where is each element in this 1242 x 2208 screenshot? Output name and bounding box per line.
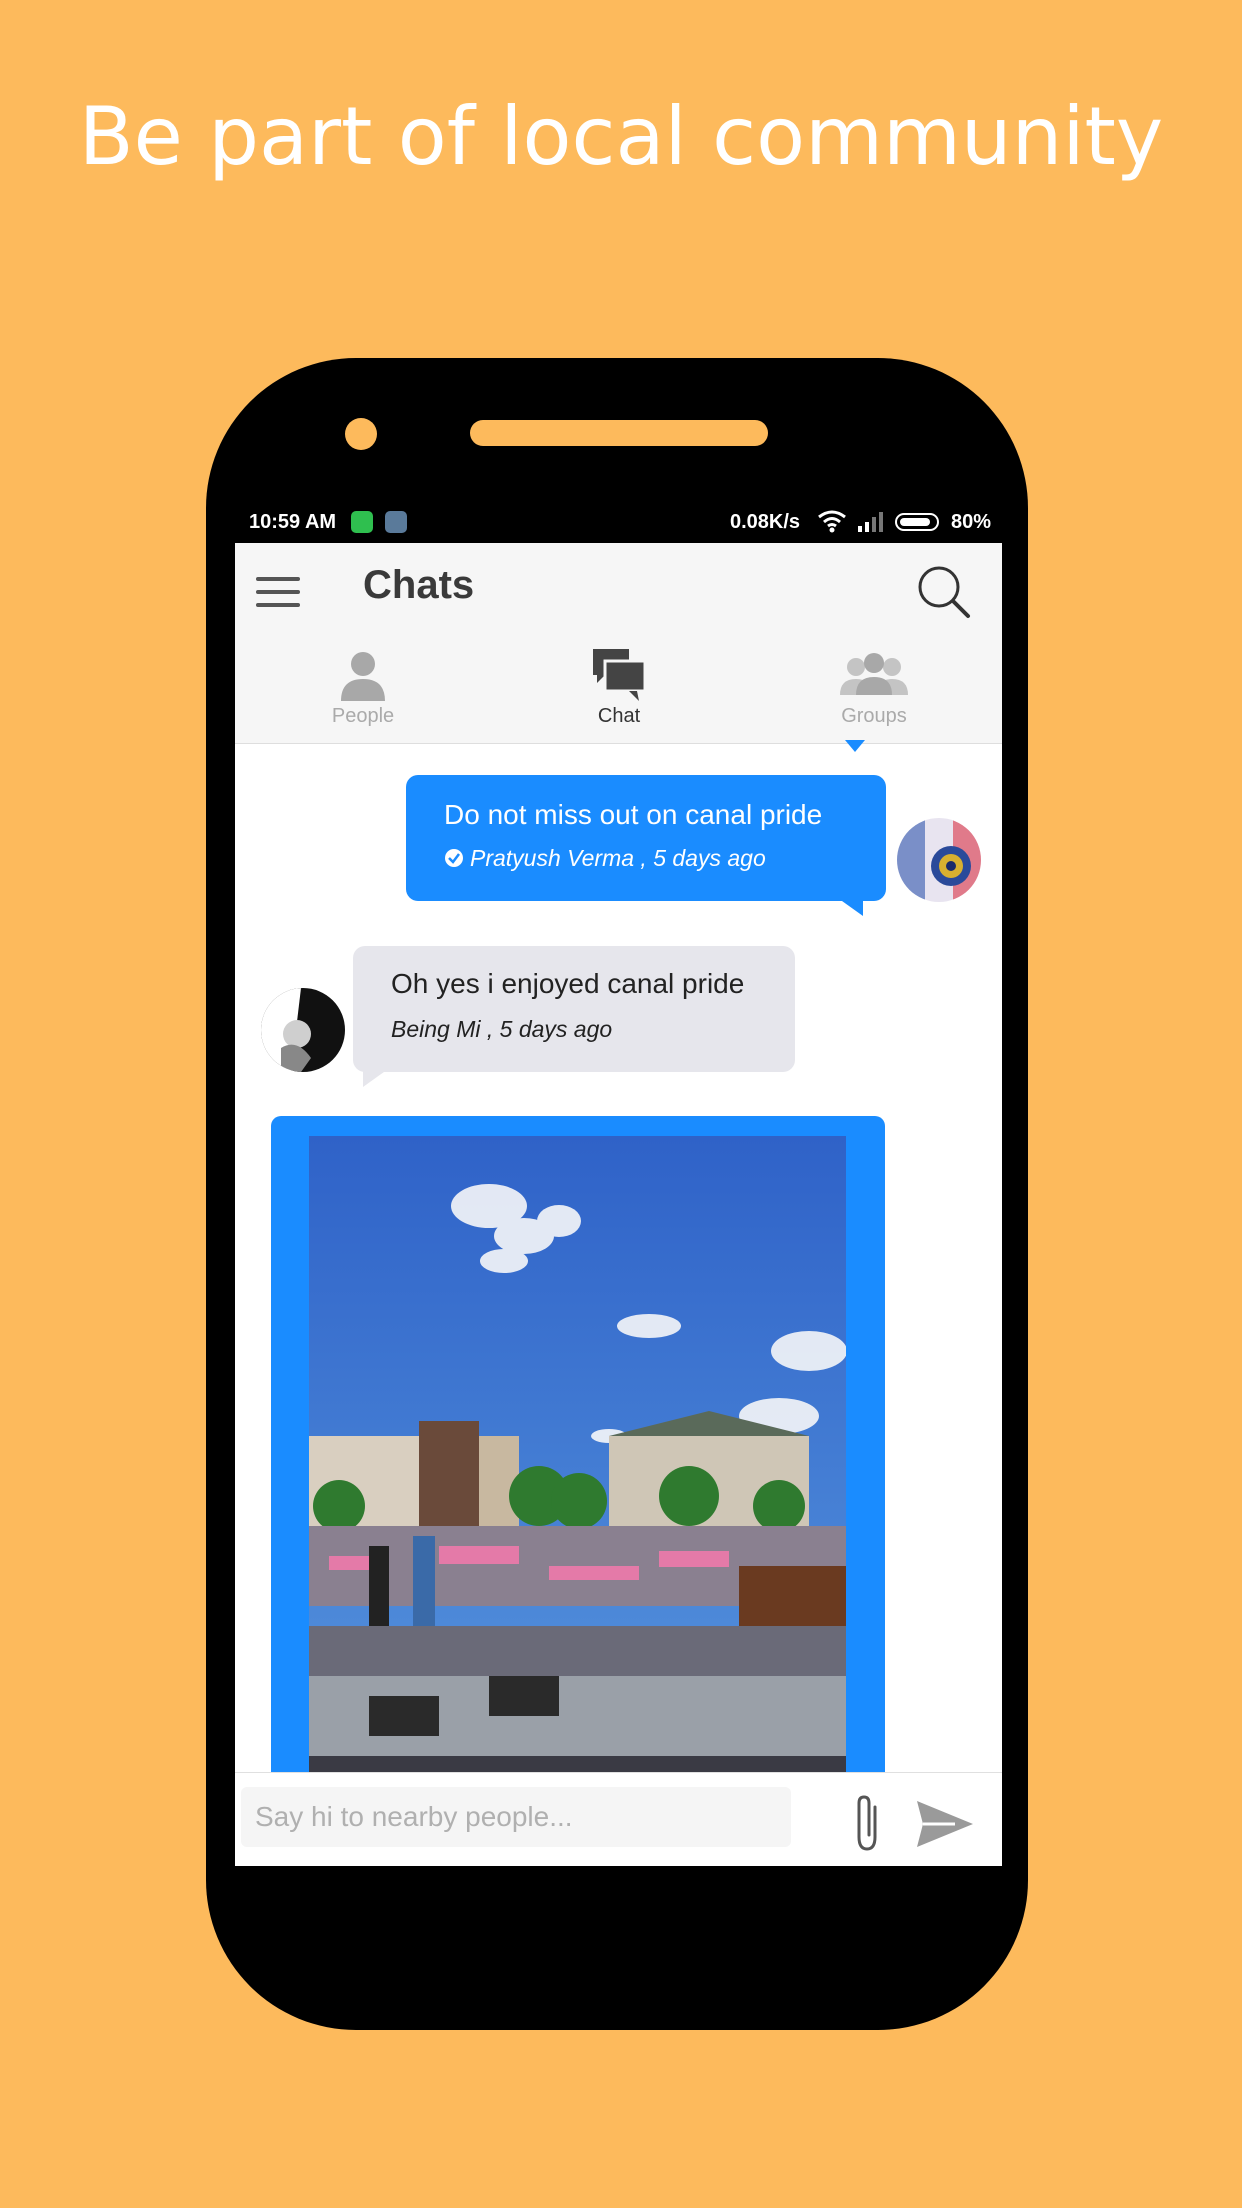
phone-speaker <box>470 420 768 446</box>
message-meta: Being Mi , 5 days ago <box>391 1016 613 1042</box>
bubble-tail <box>363 1067 391 1087</box>
tab-groups-label: Groups <box>841 705 907 727</box>
battery-percent: 80% <box>951 511 992 533</box>
attachment-icon[interactable] <box>847 1793 887 1853</box>
search-icon[interactable] <box>915 563 971 619</box>
status-bar: 10:59 AM 0.08K/s 80% <box>235 505 1002 543</box>
status-time: 10:59 AM <box>249 511 337 533</box>
message-list[interactable]: Do not miss out on canal pride Pratyush … <box>235 740 1002 1816</box>
message-bubble-outgoing[interactable]: Do not miss out on canal pride Pratyush … <box>406 775 886 901</box>
wifi-icon <box>818 510 846 533</box>
person-icon <box>341 652 385 701</box>
message-bubble-incoming[interactable]: Oh yes i enjoyed canal pride Being Mi , … <box>353 946 795 1072</box>
notification-app-icon <box>385 511 407 533</box>
tab-groups[interactable]: Groups <box>746 643 1002 743</box>
bubble-tail <box>835 896 863 916</box>
status-net-speed: 0.08K/s <box>730 511 801 533</box>
chat-bubbles-icon <box>593 649 647 701</box>
tab-people[interactable]: People <box>235 643 491 743</box>
message-text: Do not miss out on canal pride <box>444 799 823 830</box>
message-bubble-image[interactable] <box>271 1116 885 1816</box>
promo-headline: Be part of local community <box>78 90 1164 183</box>
message-meta: Pratyush Verma , 5 days ago <box>470 845 766 871</box>
send-icon[interactable] <box>915 1799 975 1849</box>
message-composer <box>235 1772 1002 1866</box>
tab-chat[interactable]: Chat <box>491 643 747 743</box>
group-icon <box>840 653 908 695</box>
signal-icon <box>858 512 883 532</box>
avatar[interactable] <box>261 988 345 1072</box>
message-text: Oh yes i enjoyed canal pride <box>391 968 745 999</box>
hamburger-menu-icon[interactable] <box>256 575 300 611</box>
app-bar: Chats People Chat Groups <box>235 543 1002 841</box>
phone-camera <box>345 418 377 450</box>
page-title: Chats <box>363 563 475 607</box>
bubble-tail <box>845 740 865 752</box>
battery-icon <box>895 513 939 531</box>
verified-check-icon <box>445 849 463 867</box>
tab-people-label: People <box>331 705 395 727</box>
tab-bar: People Chat Groups <box>235 643 1002 841</box>
whatsapp-icon <box>351 511 373 533</box>
message-input[interactable] <box>241 1787 791 1847</box>
canal-pride-photo[interactable] <box>309 1136 846 1816</box>
app-screen: Chats People Chat Groups Do not miss out… <box>235 543 1002 1866</box>
avatar[interactable] <box>897 818 981 902</box>
tab-chat-label: Chat <box>597 705 641 727</box>
